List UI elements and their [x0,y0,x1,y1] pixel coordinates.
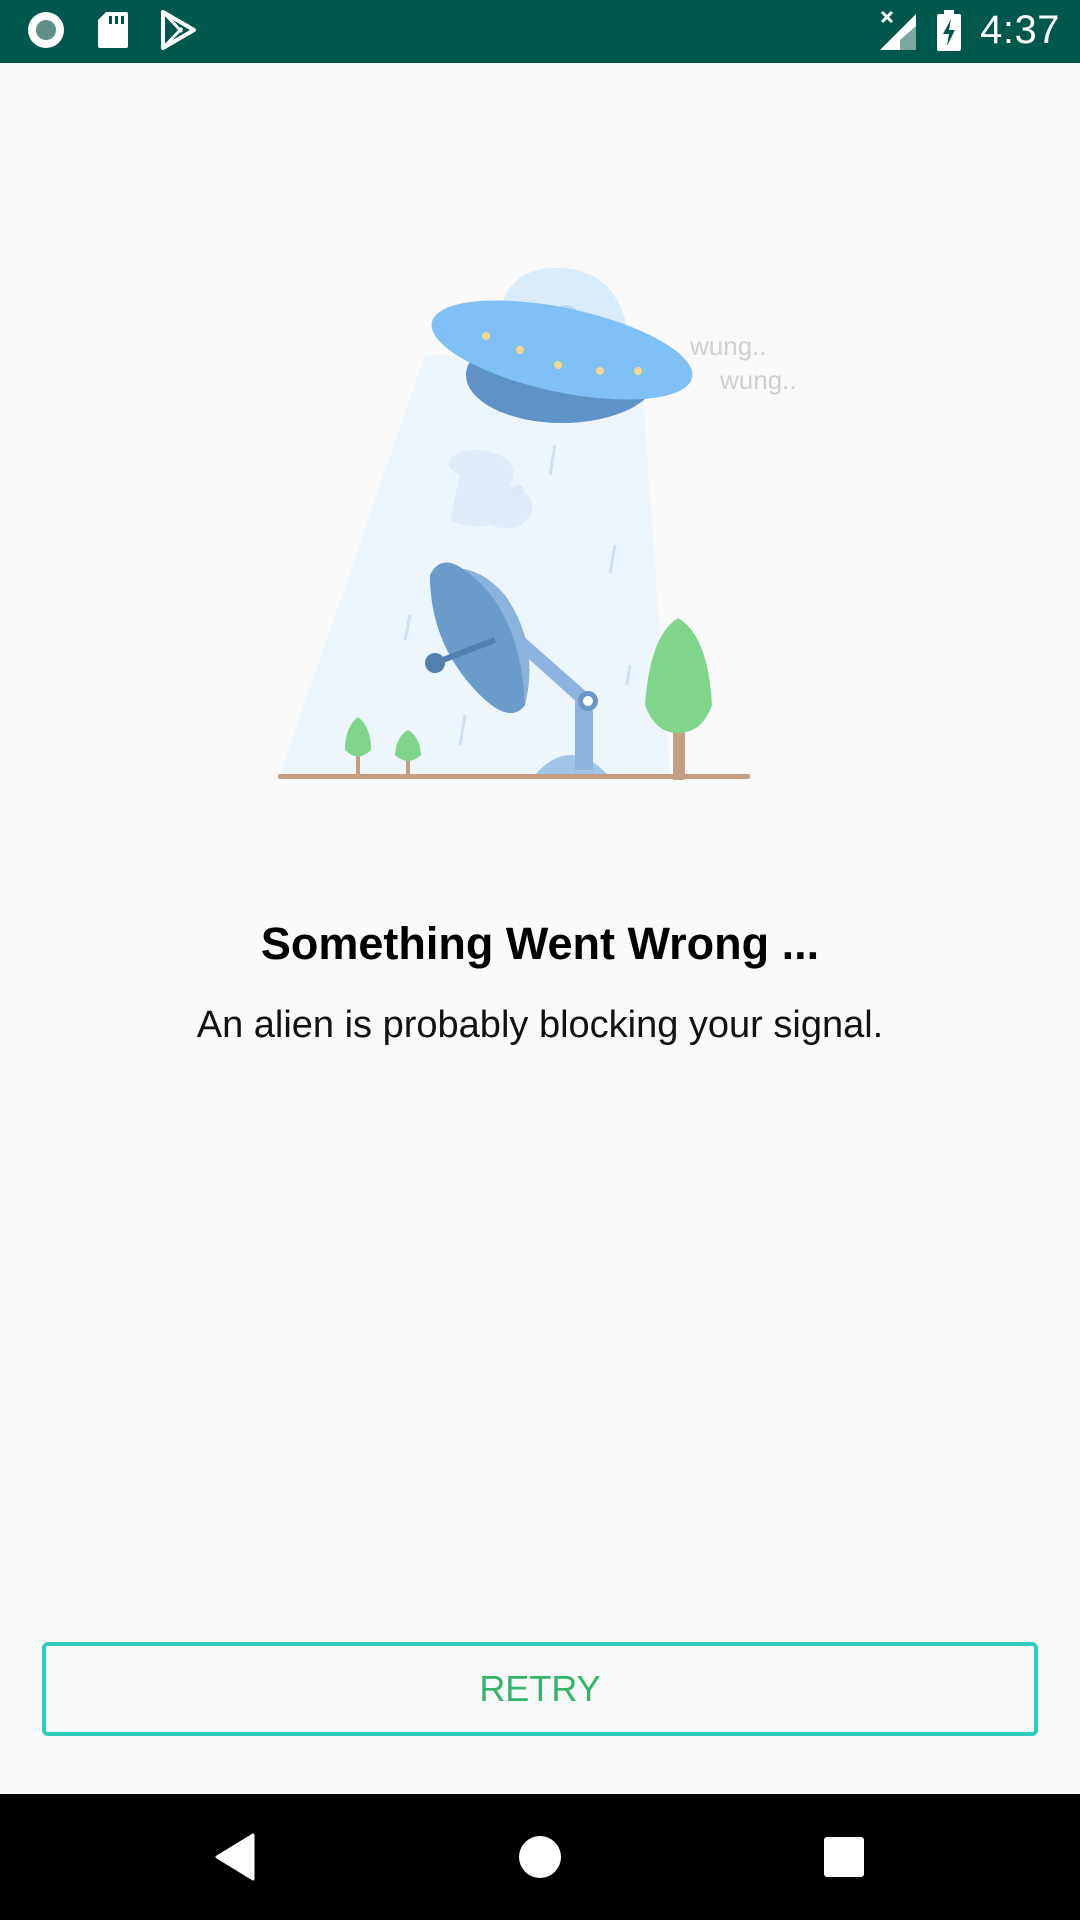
retry-button-label: RETRY [479,1668,601,1709]
recents-icon [824,1837,864,1877]
status-time: 4:37 [980,8,1060,52]
navigation-bar [0,1794,1080,1920]
illustration-caption-1: wung.. [689,331,767,361]
play-store-icon [161,10,196,50]
error-title: Something Went Wrong ... [260,918,820,969]
retry-button[interactable]: RETRY [42,1642,1038,1736]
status-bar: 4:37 [0,0,1080,63]
back-button[interactable] [175,1794,295,1920]
illustration-caption-2: wung.. [719,365,797,395]
ufo-satellite-dish-icon: wung.. wung.. [278,267,797,780]
no-signal-icon [880,10,917,50]
back-icon [215,1833,255,1881]
battery-charging-icon [937,9,962,51]
error-message: An alien is probably blocking your signa… [196,1004,884,1046]
home-button[interactable] [480,1794,600,1920]
recents-button[interactable] [784,1794,904,1920]
sd-card-icon [98,12,128,48]
home-icon [519,1836,561,1878]
record-icon [28,12,64,48]
